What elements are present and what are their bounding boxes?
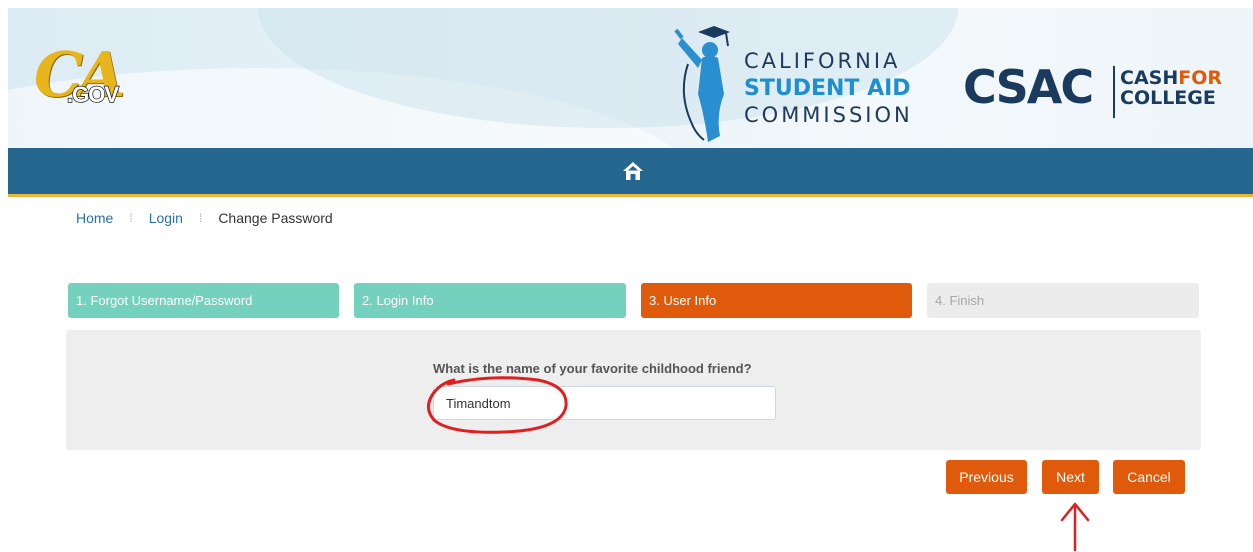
cfc-for-text: FOR	[1178, 67, 1222, 89]
cfc-college-text: COLLEGE	[1120, 87, 1216, 109]
logo-divider	[1113, 66, 1115, 118]
graduate-figure-icon	[674, 26, 730, 142]
ca-gov-logo[interactable]: CA .GOV	[34, 38, 144, 118]
step-login-info: 2. Login Info	[354, 283, 626, 318]
commission-line-3: COMMISSION	[744, 103, 913, 127]
next-button[interactable]: Next	[1042, 460, 1099, 494]
commission-name: CALIFORNIA STUDENT AID COMMISSION	[744, 48, 944, 129]
previous-button[interactable]: Previous	[946, 460, 1027, 494]
gov-logo-text: .GOV	[66, 81, 120, 108]
security-answer-input[interactable]	[433, 386, 776, 420]
cancel-button[interactable]: Cancel	[1113, 460, 1185, 494]
main-nav-bar	[8, 148, 1253, 197]
step-finish: 4. Finish	[927, 283, 1199, 318]
security-question-label: What is the name of your favorite childh…	[433, 361, 752, 376]
step-user-info: 3. User Info	[641, 283, 912, 318]
commission-line-1: CALIFORNIA	[744, 49, 901, 73]
red-arrow-annotation	[1060, 502, 1090, 552]
step-forgot-username: 1. Forgot Username/Password	[68, 283, 339, 318]
cash-for-college-logo[interactable]: CASHFOR COLLEGE	[1120, 68, 1222, 108]
breadcrumb-separator: ⁞	[129, 211, 133, 225]
cfc-cash-text: CASH	[1120, 67, 1179, 89]
breadcrumb-current: Change Password	[218, 210, 333, 226]
site-header-banner: CA .GOV CALIFORNIA STUDENT AID COMMISSIO…	[8, 8, 1253, 148]
home-icon[interactable]	[622, 160, 644, 182]
breadcrumb-home-link[interactable]: Home	[76, 210, 113, 226]
breadcrumb: Home ⁞ Login ⁞ Change Password	[76, 210, 333, 226]
breadcrumb-separator: ⁞	[198, 211, 203, 225]
commission-line-2: STUDENT AID	[744, 76, 911, 101]
csac-logo[interactable]: CSAC	[963, 60, 1094, 114]
breadcrumb-login-link[interactable]: Login	[149, 210, 183, 226]
